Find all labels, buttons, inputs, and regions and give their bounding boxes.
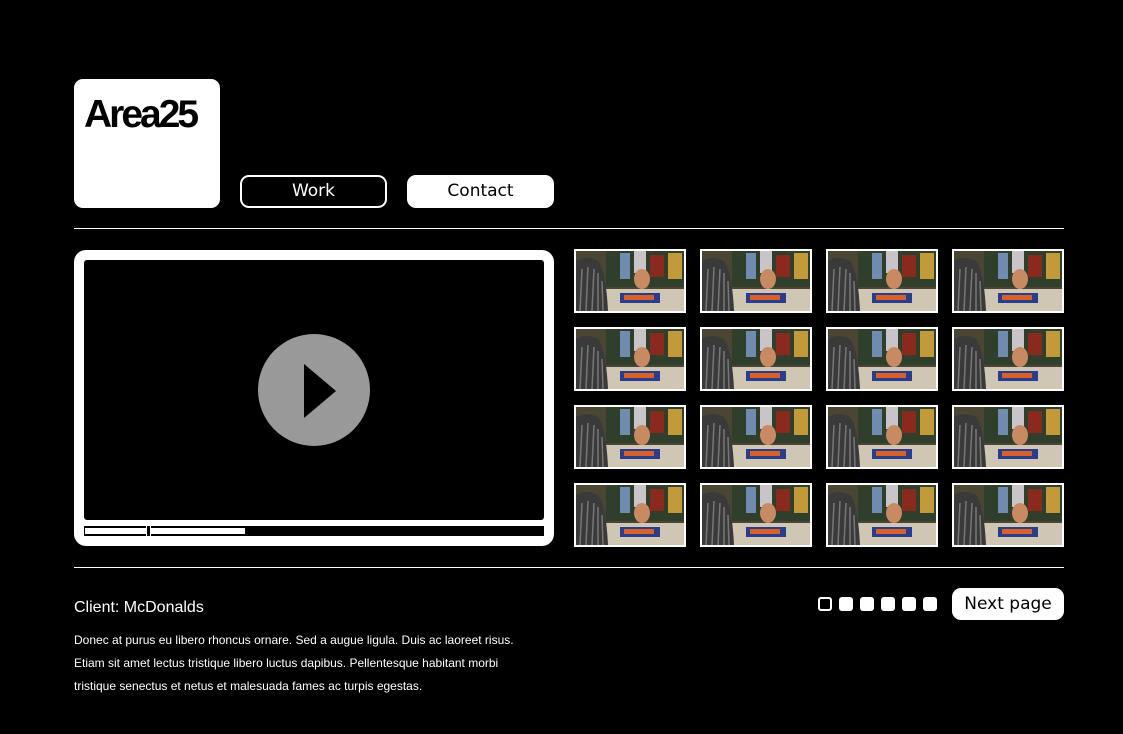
video-screen[interactable] xyxy=(84,260,544,520)
project-description: Donec at purus eu libero rhoncus ornare.… xyxy=(74,629,574,698)
video-thumbnail[interactable] xyxy=(574,483,686,547)
video-thumbnail[interactable] xyxy=(700,249,812,313)
seek-bar[interactable] xyxy=(84,525,544,537)
logo[interactable]: Area25 xyxy=(74,79,220,208)
video-thumbnail[interactable] xyxy=(952,327,1064,391)
next-page-button[interactable]: Next page xyxy=(952,588,1064,620)
page-dot[interactable] xyxy=(860,597,874,611)
play-button[interactable] xyxy=(258,334,370,446)
seek-handle[interactable] xyxy=(146,525,151,537)
page-dot[interactable] xyxy=(881,597,895,611)
nav-contact-button[interactable]: Contact xyxy=(407,175,554,208)
bottom-divider xyxy=(74,567,1064,568)
video-thumbnail[interactable] xyxy=(574,327,686,391)
nav-work-button[interactable]: Work xyxy=(240,175,387,208)
video-thumbnail[interactable] xyxy=(700,405,812,469)
description-line: Etiam sit amet lectus tristique libero l… xyxy=(74,656,499,670)
page-dot[interactable] xyxy=(902,597,916,611)
page-dot[interactable] xyxy=(923,597,937,611)
video-thumbnail[interactable] xyxy=(826,405,938,469)
video-thumbnail[interactable] xyxy=(952,405,1064,469)
video-thumbnail[interactable] xyxy=(700,483,812,547)
video-thumbnail[interactable] xyxy=(952,483,1064,547)
client-heading: Client: McDonalds xyxy=(74,599,204,616)
logo-text: Area25 xyxy=(84,93,199,136)
video-thumbnail[interactable] xyxy=(826,249,938,313)
play-icon xyxy=(304,364,336,418)
video-player xyxy=(74,250,554,546)
video-thumbnail[interactable] xyxy=(700,327,812,391)
top-divider xyxy=(74,228,1064,229)
description-line: tristique senectus et netus et malesuada… xyxy=(74,679,423,693)
video-thumbnail[interactable] xyxy=(826,483,938,547)
description-line: Donec at purus eu libero rhoncus ornare.… xyxy=(74,633,514,647)
page-dot[interactable] xyxy=(818,597,832,611)
video-thumbnail[interactable] xyxy=(826,327,938,391)
video-thumbnail[interactable] xyxy=(574,405,686,469)
page-dot[interactable] xyxy=(839,597,853,611)
video-thumbnail[interactable] xyxy=(952,249,1064,313)
video-thumbnail[interactable] xyxy=(574,249,686,313)
seek-buffered xyxy=(85,528,245,534)
